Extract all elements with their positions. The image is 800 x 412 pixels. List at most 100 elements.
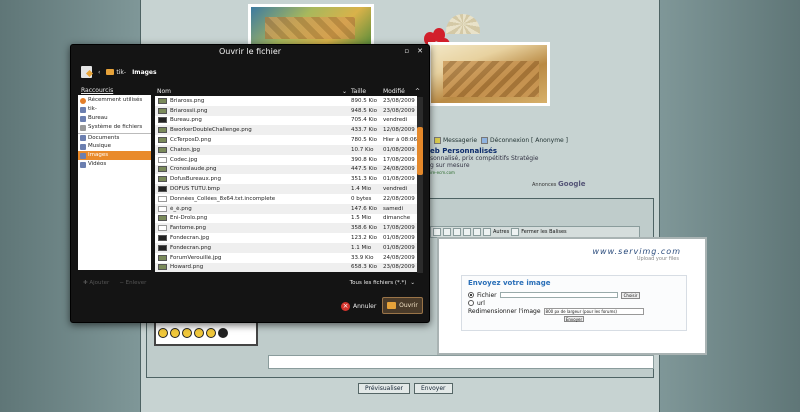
file-row[interactable]: Codec.jpg 390.8 Kio 17/08/2009	[155, 155, 417, 165]
cancel-button[interactable]: × Annuler	[341, 299, 376, 313]
file-list-scrollbar[interactable]	[417, 97, 423, 273]
file-row[interactable]: Fondecran.png 1.1 Mio 01/08/2009	[155, 242, 417, 253]
forum-banner-image-2	[428, 42, 550, 106]
toolbar-button[interactable]	[453, 228, 461, 236]
file-list-panel: Nom ⌄ Taille Modifié ^ Briaross.png 890.5 K…	[155, 87, 424, 272]
place-item[interactable]: Documents	[78, 133, 151, 142]
file-row[interactable]: Bureau.png 705.4 Kio vendredi	[155, 116, 417, 126]
browse-button[interactable]: Choisir	[620, 291, 641, 299]
open-button[interactable]: Ouvrir	[382, 297, 423, 314]
file-thumbnail-icon	[158, 225, 167, 232]
home-folder-icon	[106, 69, 115, 75]
scroll-up-icon[interactable]: ^	[415, 88, 420, 95]
open-label: Ouvrir	[399, 302, 418, 309]
file-name-cell: Fantome.png	[155, 225, 351, 232]
file-row[interactable]: Briaross.png 890.5 Kio 23/08/2009	[155, 96, 417, 106]
place-item[interactable]: Système de fichiers	[78, 123, 151, 132]
smiley-icon[interactable]	[194, 328, 204, 338]
toolbar-close-tags[interactable]: Fermer les Balises	[521, 229, 566, 235]
ads-prefix: Annonces	[532, 182, 557, 188]
file-name: é_è.png	[170, 205, 192, 212]
type-location-icon[interactable]	[81, 66, 92, 78]
file-row[interactable]: Briarossii.png 948.5 Kio 23/08/2009	[155, 105, 417, 116]
cancel-icon: ×	[341, 301, 350, 311]
ad-url[interactable]: ire-ecm.com	[430, 169, 538, 176]
smiley-icon[interactable]	[206, 328, 216, 338]
messagerie-link[interactable]: Messagerie	[443, 137, 477, 144]
close-icon[interactable]: ✕	[417, 47, 423, 55]
file-size: 1.5 Mio	[351, 215, 372, 222]
file-radio[interactable]	[468, 292, 474, 298]
file-name-cell: DOFUS TUTU.bmp	[155, 186, 351, 193]
scrollbar-thumb[interactable]	[417, 127, 423, 175]
toolbar-button[interactable]	[433, 228, 441, 236]
ad-block[interactable]: eb Personnalisés sonnalisé, prix compéti…	[430, 148, 538, 176]
logout-link[interactable]: Déconnexion [ Anonyme ]	[490, 137, 568, 144]
file-row[interactable]: CcTerposD.png 780.5 Kio Hier à 08:06	[155, 135, 417, 145]
resize-select[interactable]: 800 px de largeur (pour les forums)	[543, 307, 644, 315]
place-item[interactable]: Images	[78, 151, 151, 160]
remove-place-button[interactable]: − Enlever	[119, 280, 146, 286]
smiley-icon[interactable]	[170, 328, 180, 338]
file-modified: 01/08/2009	[383, 176, 415, 183]
add-place-label: Ajouter	[89, 280, 110, 286]
smiley-icon[interactable]	[218, 328, 228, 338]
file-name-cell: Briarossii.png	[155, 107, 351, 114]
file-modified: 01/08/2009	[383, 244, 415, 251]
file-path-input[interactable]	[499, 292, 618, 298]
message-textarea[interactable]	[268, 355, 654, 369]
file-row[interactable]: Données_Collées_8x64.txt.incomplete 0 byt…	[155, 194, 417, 204]
place-item[interactable]: Vidéos	[78, 160, 151, 169]
file-row[interactable]: DOFUS TUTU.bmp 1.4 Mio vendredi	[155, 184, 417, 194]
file-row[interactable]: Cronoslaude.png 447.5 Kio 24/08/2009	[155, 164, 417, 175]
ad-title[interactable]: eb Personnalisés	[430, 148, 538, 155]
column-size-header[interactable]: Taille	[351, 88, 383, 95]
place-item[interactable]: Bureau	[78, 114, 151, 123]
add-place-button[interactable]: ✚ Ajouter	[83, 280, 109, 286]
toolbar-button[interactable]	[511, 228, 520, 236]
path-crumb-images[interactable]: Images	[132, 69, 156, 76]
drive-icon	[80, 124, 86, 131]
file-row[interactable]: BworkerDoubleChallenge.png 433.7 Kio 12/08…	[155, 125, 417, 136]
file-row[interactable]: Chaton.jpg 10.7 Kio 01/08/2009	[155, 144, 417, 155]
column-name-header[interactable]: Nom ⌄	[155, 88, 351, 95]
file-name-cell: Données_Collées_8x64.txt.incomplete	[155, 195, 351, 202]
smiley-panel	[154, 320, 258, 346]
smiley-icon[interactable]	[182, 328, 192, 338]
file-size: 705.4 Kio	[351, 117, 377, 124]
path-back-icon[interactable]: ‹	[98, 69, 100, 76]
toolbar-button[interactable]	[443, 228, 451, 236]
file-thumbnail-icon	[158, 97, 167, 104]
file-size: 948.5 Kio	[351, 107, 377, 114]
file-row[interactable]: Howard.png 658.3 Kio 23/08/2009	[155, 262, 417, 272]
file-name-cell: BworkerDoubleChallenge.png	[155, 127, 351, 134]
maximize-icon[interactable]: ▫	[404, 47, 409, 55]
preview-button[interactable]: Prévisualiser	[358, 383, 410, 394]
file-row[interactable]: Fondecran.jpg 123.2 Kio 01/08/2009	[155, 233, 417, 243]
file-type-filter[interactable]: Tous les fichiers (*.*) ⌄	[350, 280, 415, 286]
file-row[interactable]: DofusBureaux.png 351.3 Kio 01/08/2009	[155, 174, 417, 184]
toolbar-button[interactable]	[463, 228, 471, 236]
toolbar-button[interactable]	[483, 228, 491, 236]
place-item[interactable]: Récemment utilisés	[78, 96, 151, 105]
file-size: 351.3 Kio	[351, 176, 377, 183]
upload-send-button[interactable]: Envoyer	[564, 316, 584, 322]
file-row[interactable]: é_è.png 147.6 Kio samedi	[155, 203, 417, 214]
column-modified-header[interactable]: Modifié ^	[383, 88, 424, 95]
path-crumb-home[interactable]: tik-	[106, 69, 126, 76]
toolbar-button[interactable]	[473, 228, 481, 236]
place-label: Récemment utilisés	[88, 97, 143, 103]
place-item[interactable]: Musique	[78, 142, 151, 151]
file-name: Briaross.png	[170, 97, 205, 104]
file-row[interactable]: ForumVerouillé.jpg 33.9 Kio 24/08/2009	[155, 253, 417, 263]
place-item[interactable]: tik-	[78, 105, 151, 114]
file-thumbnail-icon	[158, 107, 167, 114]
file-modified: Hier à 08:06	[383, 137, 417, 144]
toolbar-autres[interactable]: Autres	[493, 229, 509, 235]
url-radio[interactable]	[468, 300, 474, 306]
send-button[interactable]: Envoyer	[413, 383, 453, 394]
smiley-icon[interactable]	[158, 328, 168, 338]
folder-icon	[80, 143, 86, 150]
file-row[interactable]: Fantome.png 358.6 Kio 17/08/2009	[155, 223, 417, 234]
file-row[interactable]: Eni-Drolo.png 1.5 Mio dimanche	[155, 214, 417, 224]
